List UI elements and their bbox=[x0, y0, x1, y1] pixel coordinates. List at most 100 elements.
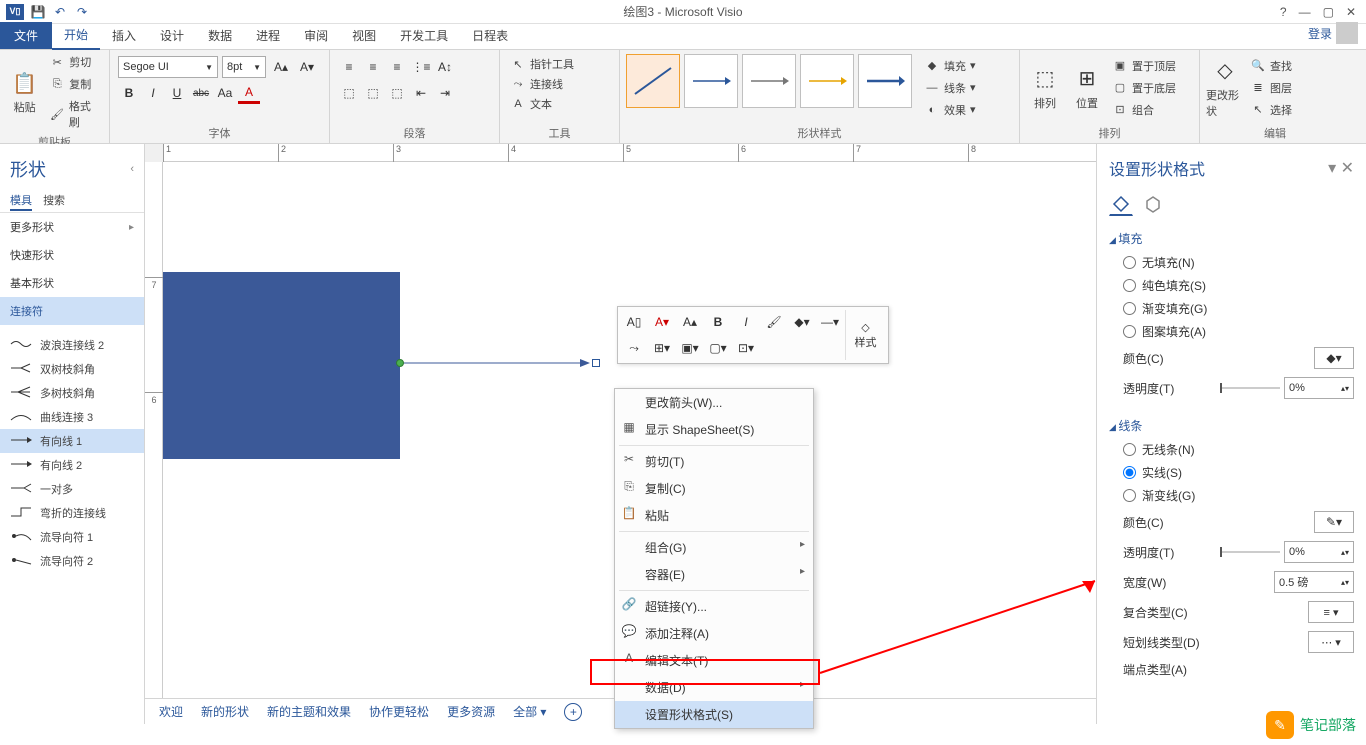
tab-devtools[interactable]: 开发工具 bbox=[388, 22, 460, 49]
ctx-add-comment[interactable]: 💬添加注释(A) bbox=[615, 620, 813, 647]
grow-font-button[interactable]: A▴ bbox=[270, 56, 292, 78]
solid-fill-option[interactable]: 纯色填充(S) bbox=[1109, 274, 1354, 297]
mini-italic-button[interactable]: I bbox=[733, 310, 759, 334]
rectangle-shape[interactable] bbox=[163, 272, 400, 459]
page-tab[interactable]: 更多资源 bbox=[447, 703, 495, 720]
page-tab[interactable]: 新的形状 bbox=[201, 703, 249, 720]
shape-item[interactable]: 有向线 1 bbox=[0, 429, 144, 453]
ctx-edit-text[interactable]: A编辑文本(T) bbox=[615, 647, 813, 674]
shape-item[interactable]: 弯折的连接线 bbox=[0, 501, 144, 525]
collapse-icon[interactable]: ‹ bbox=[130, 163, 134, 175]
fill-color-button[interactable]: ◆▾ bbox=[1314, 347, 1354, 369]
align-left-button[interactable]: ≡ bbox=[338, 56, 360, 78]
text-direction-button[interactable]: A↕ bbox=[434, 56, 456, 78]
shape-item[interactable]: 波浪连接线 2 bbox=[0, 333, 144, 357]
style-item[interactable] bbox=[626, 54, 680, 108]
tab-data[interactable]: 数据 bbox=[196, 22, 244, 49]
compound-combo[interactable]: ≡ ▾ bbox=[1308, 601, 1354, 623]
tab-schedule[interactable]: 日程表 bbox=[460, 22, 520, 49]
ctx-paste[interactable]: 📋粘贴 bbox=[615, 502, 813, 529]
no-fill-option[interactable]: 无填充(N) bbox=[1109, 251, 1354, 274]
pane-close-icon[interactable]: ▾ ✕ bbox=[1328, 158, 1354, 178]
cut-button[interactable]: ✂剪切 bbox=[45, 52, 105, 72]
style-item[interactable] bbox=[858, 54, 912, 108]
change-shape-button[interactable]: ◇更改形状 bbox=[1204, 52, 1246, 123]
mini-front-button[interactable]: ▣▾ bbox=[677, 336, 703, 360]
mini-grow-font-button[interactable]: A▴ bbox=[677, 310, 703, 334]
mini-style-button[interactable]: ◇样式 bbox=[845, 310, 885, 360]
page-tab[interactable]: 协作更轻松 bbox=[369, 703, 429, 720]
add-page-button[interactable]: + bbox=[564, 703, 582, 721]
align-center-button[interactable]: ≡ bbox=[362, 56, 384, 78]
gradient-fill-option[interactable]: 渐变填充(G) bbox=[1109, 297, 1354, 320]
tab-process[interactable]: 进程 bbox=[244, 22, 292, 49]
undo-icon[interactable]: ↶ bbox=[52, 4, 68, 20]
indent-left-button[interactable]: ⇤ bbox=[410, 82, 432, 104]
quick-shapes-item[interactable]: 快速形状 bbox=[0, 241, 144, 269]
tab-home[interactable]: 开始 bbox=[52, 21, 100, 50]
ctx-show-shapesheet[interactable]: ▦显示 ShapeSheet(S) bbox=[615, 416, 813, 443]
bring-front-button[interactable]: ▣置于顶层 bbox=[1108, 56, 1180, 76]
group-button[interactable]: ⊡组合 bbox=[1108, 100, 1180, 120]
align-right-button[interactable]: ≡ bbox=[386, 56, 408, 78]
style-item[interactable] bbox=[684, 54, 738, 108]
shrink-font-button[interactable]: A▾ bbox=[296, 56, 318, 78]
format-painter-button[interactable]: 🖌格式刷 bbox=[45, 96, 105, 132]
find-button[interactable]: 🔍查找 bbox=[1246, 56, 1296, 76]
search-tab[interactable]: 搜索 bbox=[43, 195, 65, 207]
align-bottom-button[interactable]: ⬚ bbox=[386, 82, 408, 104]
tab-view[interactable]: 视图 bbox=[340, 22, 388, 49]
shape-item[interactable]: 曲线连接 3 bbox=[0, 405, 144, 429]
ctx-format-shape[interactable]: 设置形状格式(S) bbox=[615, 701, 813, 728]
login-button[interactable]: 登录 bbox=[1300, 17, 1366, 49]
line-button[interactable]: —线条 ▾ bbox=[920, 78, 980, 98]
bullets-button[interactable]: ⋮≡ bbox=[410, 56, 432, 78]
align-middle-button[interactable]: ⬚ bbox=[362, 82, 384, 104]
shape-item[interactable]: 双树枝斜角 bbox=[0, 357, 144, 381]
line-color-button[interactable]: ✎▾ bbox=[1314, 511, 1354, 533]
case-button[interactable]: Aa bbox=[214, 82, 236, 104]
page-tab[interactable]: 欢迎 bbox=[159, 703, 183, 720]
send-back-button[interactable]: ▢置于底层 bbox=[1108, 78, 1180, 98]
basic-shapes-item[interactable]: 基本形状 bbox=[0, 269, 144, 297]
font-size-combo[interactable]: 8pt▼ bbox=[222, 56, 266, 78]
save-icon[interactable]: 💾 bbox=[30, 4, 46, 20]
shape-item[interactable]: 有向线 2 bbox=[0, 453, 144, 477]
connector-tool-button[interactable]: ⤳连接线 bbox=[506, 74, 613, 94]
paste-button[interactable]: 📋粘贴 bbox=[4, 52, 45, 132]
layer-button[interactable]: ≣图层 bbox=[1246, 78, 1296, 98]
mini-back-button[interactable]: ▢▾ bbox=[705, 336, 731, 360]
connector-shape[interactable] bbox=[400, 362, 590, 364]
start-handle[interactable] bbox=[396, 359, 404, 367]
style-item[interactable] bbox=[742, 54, 796, 108]
tab-review[interactable]: 审阅 bbox=[292, 22, 340, 49]
no-line-option[interactable]: 无线条(N) bbox=[1109, 438, 1354, 461]
mini-font-color-button[interactable]: A▾ bbox=[649, 310, 675, 334]
mini-bold-button[interactable]: B bbox=[705, 310, 731, 334]
fill-trans-input[interactable]: 0%▴▾ bbox=[1284, 377, 1354, 399]
underline-button[interactable]: U bbox=[166, 82, 188, 104]
arrange-button[interactable]: ⬚排列 bbox=[1024, 52, 1066, 123]
gradient-line-option[interactable]: 渐变线(G) bbox=[1109, 484, 1354, 507]
end-handle[interactable] bbox=[592, 359, 600, 367]
shape-item[interactable]: 流导向符 1 bbox=[0, 525, 144, 549]
pointer-tool-button[interactable]: ↖指针工具 bbox=[506, 54, 613, 74]
shape-item[interactable]: 流导向符 2 bbox=[0, 549, 144, 573]
ctx-group[interactable]: 组合(G) bbox=[615, 534, 813, 561]
align-top-button[interactable]: ⬚ bbox=[338, 82, 360, 104]
ctx-change-arrow[interactable]: 更改箭头(W)... bbox=[615, 389, 813, 416]
shape-item[interactable]: 多树枝斜角 bbox=[0, 381, 144, 405]
stencil-tab[interactable]: 模具 bbox=[10, 195, 32, 211]
mini-group-button[interactable]: ⊡▾ bbox=[733, 336, 759, 360]
fill-line-tab-icon[interactable] bbox=[1109, 192, 1133, 216]
shape-item[interactable]: 一对多 bbox=[0, 477, 144, 501]
page-tab[interactable]: 新的主题和效果 bbox=[267, 703, 351, 720]
ctx-container[interactable]: 容器(E) bbox=[615, 561, 813, 588]
fill-button[interactable]: ◆填充 ▾ bbox=[920, 56, 980, 76]
ctx-cut[interactable]: ✂剪切(T) bbox=[615, 448, 813, 475]
fill-section-header[interactable]: 填充 bbox=[1109, 226, 1354, 251]
mini-format-button[interactable]: 🖌 bbox=[761, 310, 787, 334]
bold-button[interactable]: B bbox=[118, 82, 140, 104]
font-name-combo[interactable]: Segoe UI▼ bbox=[118, 56, 218, 78]
indent-right-button[interactable]: ⇥ bbox=[434, 82, 456, 104]
